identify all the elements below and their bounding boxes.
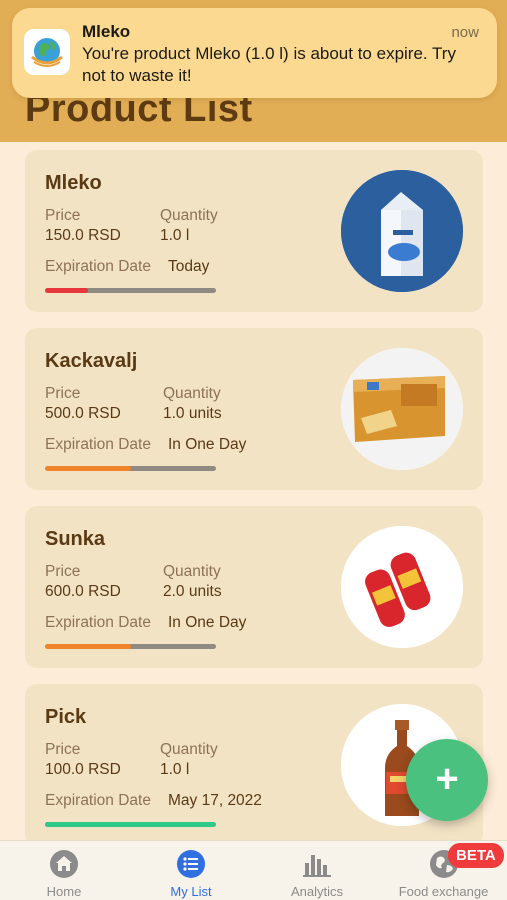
price-label: Price	[45, 741, 81, 758]
product-name: Mleko	[45, 172, 102, 194]
price-label: Price	[45, 563, 81, 580]
freshness-bar-fill	[45, 822, 216, 827]
beta-badge: BETA	[448, 843, 504, 868]
product-card[interactable]: Mleko Price 150.0 RSD Quantity 1.0 l Exp…	[25, 150, 483, 312]
product-name: Sunka	[45, 528, 106, 550]
list-icon	[176, 849, 206, 879]
product-image	[341, 170, 463, 292]
notification-message: You're product Mleko (1.0 l) is about to…	[82, 44, 456, 85]
notification-banner[interactable]: Mleko now You're product Mleko (1.0 l) i…	[12, 8, 497, 98]
tab-label: Food exchange	[398, 884, 489, 899]
tab-label: Home	[46, 884, 82, 899]
freshness-bar	[45, 466, 216, 471]
price-label: Price	[45, 385, 81, 402]
quantity-label: Quantity	[160, 207, 218, 224]
product-image	[341, 526, 463, 648]
tab-label: Analytics	[290, 884, 344, 899]
price-value: 500.0 RSD	[45, 405, 121, 422]
freshness-bar-fill	[45, 644, 131, 649]
bar-chart-icon	[302, 849, 332, 879]
quantity-value: 1.0 units	[163, 405, 222, 422]
tab-analytics[interactable]: Analytics	[267, 841, 367, 900]
quantity-label: Quantity	[163, 385, 221, 402]
expiration-label: Expiration Date	[45, 792, 151, 809]
quantity-value: 1.0 l	[160, 227, 190, 244]
expiration-value: May 17, 2022	[168, 792, 262, 809]
freshness-bar-fill	[45, 466, 131, 471]
price-value: 100.0 RSD	[45, 761, 121, 778]
product-name: Pick	[45, 706, 87, 728]
app-logo-icon	[24, 29, 70, 75]
product-card[interactable]: Sunka Price 600.0 RSD Quantity 2.0 units…	[25, 506, 483, 668]
tab-home[interactable]: Home	[14, 841, 114, 900]
quantity-value: 1.0 l	[160, 761, 190, 778]
expiration-label: Expiration Date	[45, 436, 151, 453]
freshness-bar-fill	[45, 288, 88, 293]
freshness-bar	[45, 822, 216, 827]
expiration-label: Expiration Date	[45, 258, 151, 275]
home-icon	[49, 849, 79, 879]
price-value: 600.0 RSD	[45, 583, 121, 600]
quantity-value: 2.0 units	[163, 583, 222, 600]
product-card[interactable]: Kackavalj Price 500.0 RSD Quantity 1.0 u…	[25, 328, 483, 490]
expiration-value: Today	[168, 258, 210, 275]
tab-bar: Home My List Analytics Food exchange	[0, 840, 507, 900]
freshness-bar	[45, 644, 216, 649]
expiration-value: In One Day	[168, 436, 247, 453]
freshness-bar	[45, 288, 216, 293]
tab-label: My List	[170, 884, 212, 899]
product-list[interactable]: Mleko Price 150.0 RSD Quantity 1.0 l Exp…	[0, 142, 507, 840]
quantity-label: Quantity	[163, 563, 221, 580]
price-label: Price	[45, 207, 81, 224]
tab-my-list[interactable]: My List	[141, 841, 241, 900]
notification-time: now	[451, 24, 479, 41]
product-name: Kackavalj	[45, 350, 138, 372]
product-image	[341, 348, 463, 470]
add-product-button[interactable]: +	[406, 739, 488, 821]
price-value: 150.0 RSD	[45, 227, 121, 244]
expiration-label: Expiration Date	[45, 614, 151, 631]
notification-app-name: Mleko	[82, 22, 131, 41]
quantity-label: Quantity	[160, 741, 218, 758]
expiration-value: In One Day	[168, 614, 247, 631]
